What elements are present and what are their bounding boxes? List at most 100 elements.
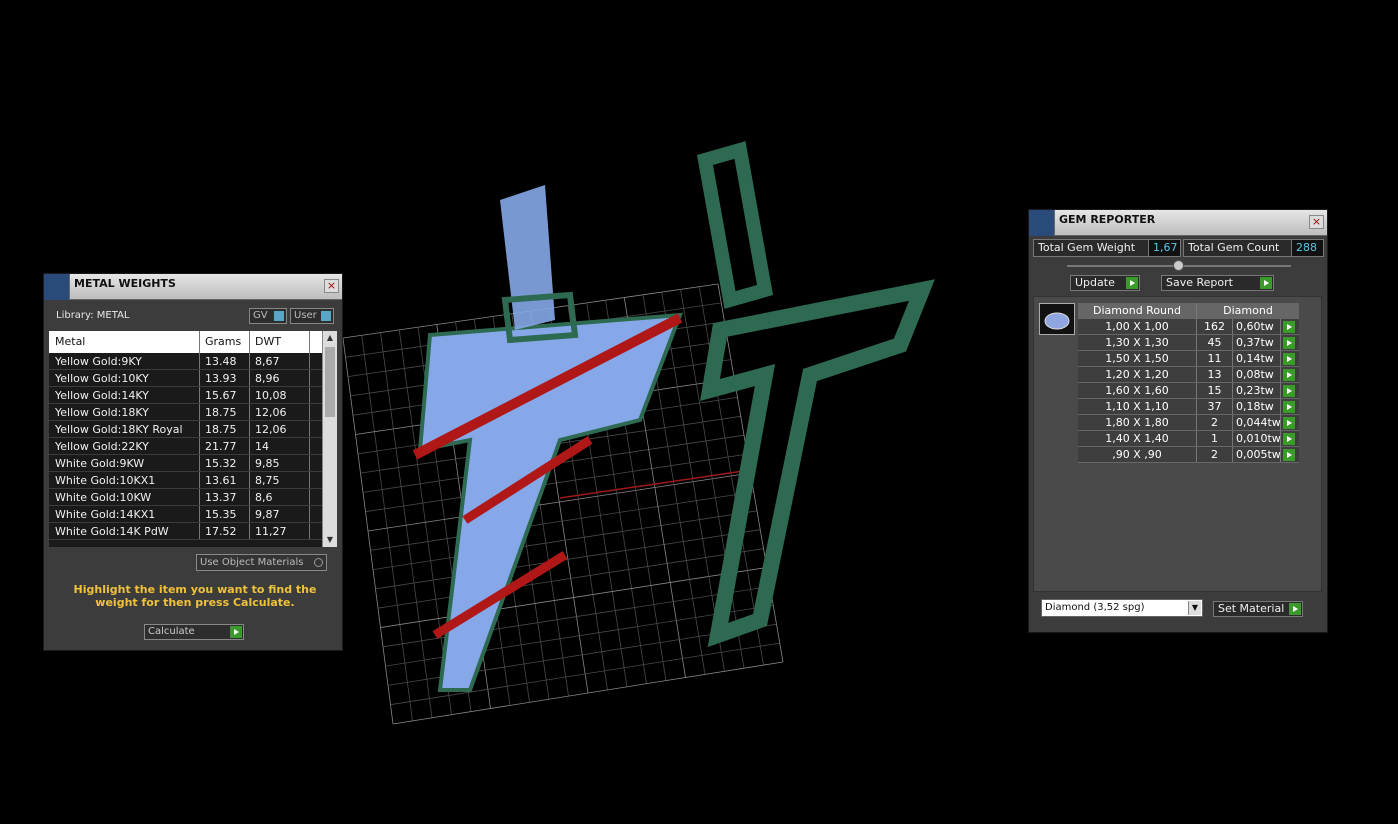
column-header-material: Diamond <box>1223 304 1273 317</box>
play-arrow-icon[interactable] <box>1283 385 1295 397</box>
table-row[interactable]: 1,50 X 1,50 11 0,14tw <box>1078 351 1299 367</box>
calculate-button[interactable]: Calculate <box>144 624 244 640</box>
column-header-dwt[interactable]: DWT <box>250 331 310 353</box>
set-material-button[interactable]: Set Material <box>1213 601 1303 617</box>
play-arrow-icon[interactable] <box>1283 449 1295 461</box>
metal-name-cell: Yellow Gold:9KY <box>49 353 200 369</box>
gem-count-cell: 13 <box>1197 367 1233 382</box>
table-row[interactable]: 1,40 X 1,40 1 0,010tw <box>1078 431 1299 447</box>
update-button[interactable]: Update <box>1070 275 1140 291</box>
gem-count-cell: 11 <box>1197 351 1233 366</box>
gem-size-cell: 1,40 X 1,40 <box>1078 431 1197 446</box>
dwt-cell: 10,08 <box>250 387 310 403</box>
scroll-thumb[interactable] <box>325 347 335 417</box>
table-row[interactable]: Yellow Gold:22KY 21.77 14 <box>49 438 322 455</box>
total-gem-weight: Total Gem Weight 1,67 <box>1033 239 1181 257</box>
save-report-button[interactable]: Save Report <box>1161 275 1274 291</box>
slider-knob[interactable] <box>1173 260 1184 271</box>
play-arrow-icon[interactable] <box>1283 417 1295 429</box>
save-report-label: Save Report <box>1166 276 1233 289</box>
column-header-grams[interactable]: Grams <box>200 331 250 353</box>
play-arrow-icon[interactable] <box>1283 369 1295 381</box>
metal-name-cell: White Gold:10KX1 <box>49 472 200 488</box>
grams-cell: 15.35 <box>200 506 250 522</box>
table-row[interactable]: 1,30 X 1,30 45 0,37tw <box>1078 335 1299 351</box>
table-row[interactable]: 1,60 X 1,60 15 0,23tw <box>1078 383 1299 399</box>
gem-weight-cell: 0,37tw <box>1233 335 1281 350</box>
total-gem-count-value: 288 <box>1291 240 1323 256</box>
use-object-materials-label: Use Object Materials <box>200 557 304 568</box>
gem-weight-cell: 0,14tw <box>1233 351 1281 366</box>
radio-icon[interactable] <box>314 558 323 567</box>
gem-size-cell: 1,10 X 1,10 <box>1078 399 1197 414</box>
table-row[interactable]: 1,20 X 1,20 13 0,08tw <box>1078 367 1299 383</box>
close-icon[interactable]: × <box>324 279 339 293</box>
scroll-down-icon[interactable]: ▼ <box>323 533 337 547</box>
table-row[interactable]: White Gold:9KW 15.32 9,85 <box>49 455 322 472</box>
gem-size-cell: 1,20 X 1,20 <box>1078 367 1197 382</box>
dwt-cell: 8,96 <box>250 370 310 386</box>
metal-table-header: Metal Grams DWT <box>49 331 322 353</box>
table-row[interactable]: White Gold:14K PdW 17.52 11,27 <box>49 523 322 540</box>
table-row[interactable]: White Gold:10KX1 13.61 8,75 <box>49 472 322 489</box>
scroll-up-icon[interactable]: ▲ <box>323 331 337 345</box>
grams-cell: 21.77 <box>200 438 250 454</box>
table-row[interactable]: 1,80 X 1,80 2 0,044tw <box>1078 415 1299 431</box>
metal-name-cell: Yellow Gold:22KY <box>49 438 200 454</box>
play-arrow-icon[interactable] <box>230 626 242 638</box>
diamond-round-icon[interactable] <box>1039 303 1075 335</box>
metal-table: Metal Grams DWT Yellow Gold:9KY 13.48 8,67… <box>49 331 322 547</box>
gem-weight-cell: 0,044tw <box>1233 415 1281 430</box>
gem-size-cell: 1,60 X 1,60 <box>1078 383 1197 398</box>
user-toggle[interactable]: User <box>290 308 334 324</box>
grams-cell: 13.37 <box>200 489 250 505</box>
play-arrow-icon[interactable] <box>1289 603 1301 615</box>
table-row[interactable]: ,90 X ,90 2 0,005tw <box>1078 447 1299 463</box>
play-arrow-icon[interactable] <box>1283 337 1295 349</box>
column-header-metal[interactable]: Metal <box>49 331 200 353</box>
use-object-materials-option[interactable]: Use Object Materials <box>196 554 327 571</box>
gem-reporter-title: GEM REPORTER <box>1059 213 1156 226</box>
gem-count-cell: 2 <box>1197 415 1233 430</box>
row-action <box>1281 431 1296 446</box>
x-axis-line <box>559 469 751 499</box>
metal-table-scrollbar[interactable]: ▲ ▼ <box>322 331 337 547</box>
close-icon[interactable]: × <box>1309 215 1324 229</box>
table-row[interactable]: White Gold:14KX1 15.35 9,87 <box>49 506 322 523</box>
metal-name-cell: Yellow Gold:10KY <box>49 370 200 386</box>
material-select-value: Diamond (3,52 spg) <box>1045 602 1145 613</box>
table-row[interactable]: Yellow Gold:18KY Royal 18.75 12,06 <box>49 421 322 438</box>
table-row[interactable]: Yellow Gold:18KY 18.75 12,06 <box>49 404 322 421</box>
gem-reporter-panel: GEM REPORTER × Total Gem Weight 1,67 Tot… <box>1028 209 1328 633</box>
gem-count-cell: 45 <box>1197 335 1233 350</box>
chevron-down-icon[interactable]: ▼ <box>1188 601 1201 615</box>
panel-slider[interactable] <box>1067 260 1291 271</box>
grams-cell: 17.52 <box>200 523 250 539</box>
play-arrow-icon[interactable] <box>1283 353 1295 365</box>
gv-toggle-label: GV <box>253 310 268 321</box>
play-arrow-icon[interactable] <box>1260 277 1272 289</box>
material-select[interactable]: Diamond (3,52 spg) ▼ <box>1041 599 1203 617</box>
table-row[interactable]: 1,00 X 1,00 162 0,60tw <box>1078 319 1299 335</box>
play-arrow-icon[interactable] <box>1283 401 1295 413</box>
table-row[interactable]: Yellow Gold:10KY 13.93 8,96 <box>49 370 322 387</box>
total-gem-count-label: Total Gem Count <box>1188 241 1280 254</box>
play-arrow-icon[interactable] <box>1126 277 1138 289</box>
table-row[interactable]: 1,10 X 1,10 37 0,18tw <box>1078 399 1299 415</box>
gv-toggle[interactable]: GV <box>249 308 287 324</box>
table-row[interactable]: White Gold:10KW 13.37 8,6 <box>49 489 322 506</box>
calculate-label: Calculate <box>148 626 195 637</box>
metal-weights-titlebar[interactable]: METAL WEIGHTS × <box>44 274 342 300</box>
dwt-cell: 8,6 <box>250 489 310 505</box>
user-toggle-label: User <box>294 310 317 321</box>
play-arrow-icon[interactable] <box>1283 321 1295 333</box>
gem-reporter-titlebar[interactable]: GEM REPORTER × <box>1029 210 1327 236</box>
table-row[interactable]: Yellow Gold:9KY 13.48 8,67 <box>49 353 322 370</box>
table-row[interactable]: Yellow Gold:14KY 15.67 10,08 <box>49 387 322 404</box>
update-label: Update <box>1075 276 1115 289</box>
gem-count-cell: 1 <box>1197 431 1233 446</box>
gem-count-cell: 2 <box>1197 447 1233 462</box>
play-arrow-icon[interactable] <box>1283 433 1295 445</box>
grams-cell: 15.32 <box>200 455 250 471</box>
metal-name-cell: White Gold:14KX1 <box>49 506 200 522</box>
